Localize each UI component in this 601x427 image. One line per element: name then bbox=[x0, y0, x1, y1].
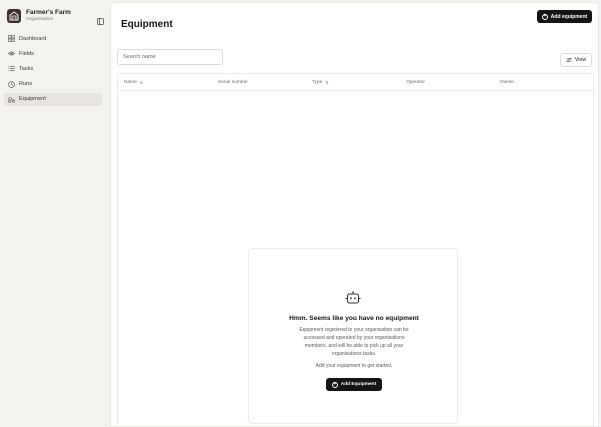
grid-icon bbox=[8, 35, 15, 42]
column-header-label: Name bbox=[124, 80, 137, 85]
add-equipment-empty-button[interactable]: + Add Equipment bbox=[326, 378, 382, 391]
page-title: Equipment bbox=[121, 19, 173, 30]
sidebar-item-label: Equipment bbox=[19, 96, 46, 103]
org-switcher[interactable]: Farmer's Farm Organisation bbox=[7, 7, 105, 25]
sidebar-item-dashboard[interactable]: Dashboard bbox=[4, 32, 102, 45]
empty-state-description: Equipment registered to your organisatio… bbox=[299, 327, 409, 357]
column-header-type[interactable]: Type ⇅ bbox=[312, 80, 329, 85]
sort-icon: ⇅ bbox=[325, 80, 329, 85]
sort-icon: ⇅ bbox=[139, 80, 144, 85]
add-equipment-empty-label: Add Equipment bbox=[340, 382, 377, 387]
sidebar-item-tasks[interactable]: Tasks bbox=[4, 62, 102, 75]
equipment-table: Name ⇅ Serial number Type ⇅ Operator Own… bbox=[117, 73, 594, 427]
sidebar-item-fields[interactable]: Fields bbox=[4, 47, 102, 60]
sidebar: Farmer's Farm Organisation Dashboard Fie… bbox=[0, 0, 108, 427]
org-subtitle: Organisation bbox=[26, 16, 54, 22]
column-header-label: Owner bbox=[500, 80, 515, 85]
view-button[interactable]: View bbox=[560, 53, 592, 67]
sidebar-item-runs[interactable]: Runs bbox=[4, 78, 102, 91]
view-button-label: View bbox=[574, 57, 587, 63]
robot-icon bbox=[345, 291, 361, 304]
add-equipment-button[interactable]: + Add equipment bbox=[537, 10, 592, 23]
sidebar-item-label: Tasks bbox=[19, 65, 34, 72]
search-input[interactable] bbox=[117, 49, 223, 65]
sidebar-item-label: Runs bbox=[19, 81, 33, 88]
list-icon bbox=[8, 66, 15, 72]
column-header-label: Operator bbox=[406, 80, 425, 85]
eye-icon bbox=[8, 51, 15, 56]
column-header-operator: Operator bbox=[406, 80, 425, 85]
plus-circle-icon: + bbox=[331, 381, 338, 388]
empty-state-title: Hmm. Seems like you have no equipment bbox=[289, 315, 419, 322]
barn-logo-icon bbox=[7, 9, 21, 23]
org-name: Farmer's Farm bbox=[26, 8, 71, 16]
sidebar-toggle-icon[interactable] bbox=[97, 12, 106, 25]
sidebar-nav: Dashboard Fields Tasks Runs Equipment bbox=[4, 32, 102, 108]
column-header-label: Serial number bbox=[218, 80, 248, 85]
sidebar-item-equipment[interactable]: Equipment bbox=[4, 92, 102, 106]
add-equipment-label: Add equipment bbox=[550, 13, 588, 20]
table-header: Name ⇅ Serial number Type ⇅ Operator Own… bbox=[118, 74, 593, 91]
sidebar-item-label: Dashboard bbox=[19, 35, 47, 42]
column-header-owner: Owner bbox=[500, 80, 514, 85]
sliders-icon bbox=[566, 57, 572, 63]
clock-icon bbox=[8, 80, 15, 88]
main-panel: Equipment + Add equipment View Name ⇅ Se… bbox=[110, 2, 599, 427]
column-header-label: Type bbox=[312, 80, 323, 85]
sidebar-item-label: Fields bbox=[19, 50, 34, 57]
column-header-name[interactable]: Name ⇅ bbox=[124, 80, 143, 85]
empty-state: Hmm. Seems like you have no equipment Eq… bbox=[248, 248, 458, 424]
column-header-serial-number: Serial number bbox=[218, 80, 248, 85]
empty-state-hint: Add your equipment to get started. bbox=[315, 363, 393, 369]
tractor-icon bbox=[8, 97, 15, 103]
plus-circle-icon: + bbox=[541, 13, 548, 20]
